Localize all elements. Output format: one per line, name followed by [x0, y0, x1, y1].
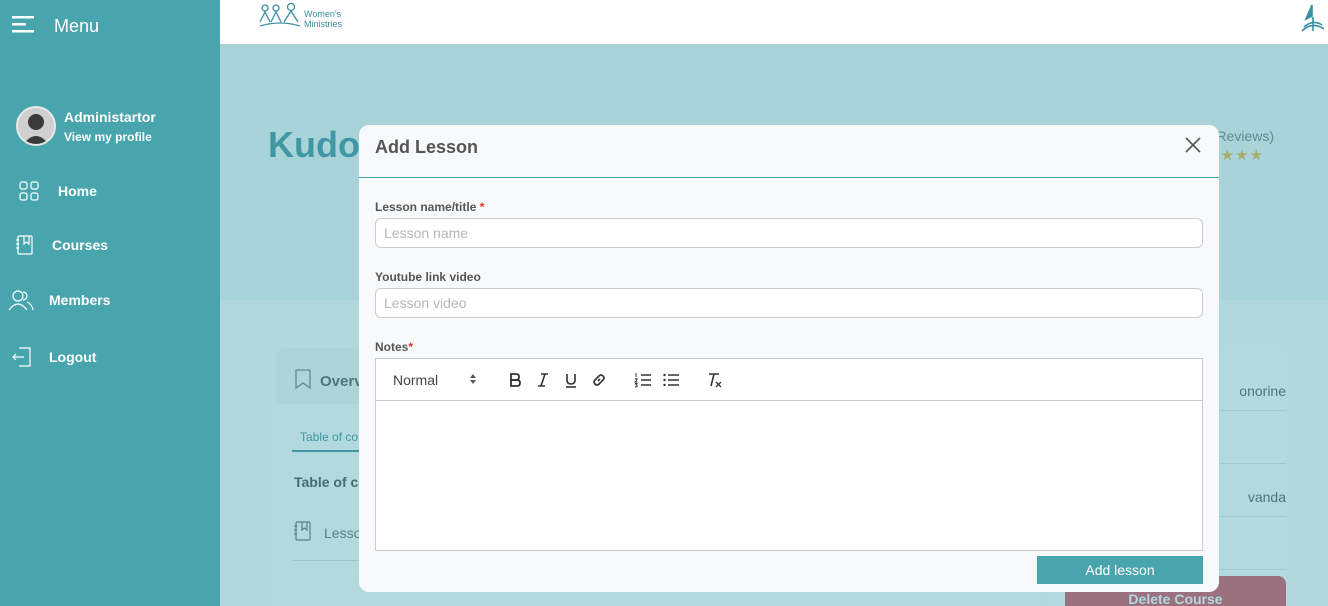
- modal-title: Add Lesson: [375, 137, 479, 157]
- avatar[interactable]: [16, 106, 56, 146]
- womens-ministries-logo[interactable]: Women's Ministries: [258, 2, 342, 35]
- menu-toggle[interactable]: Menu: [12, 14, 99, 38]
- required-marker: *: [408, 340, 414, 354]
- italic-icon: [538, 372, 548, 387]
- users-icon: [8, 287, 34, 313]
- grid-icon: [16, 178, 42, 204]
- notes-label: Notes*: [375, 340, 414, 354]
- editor-toolbar: Normal: [375, 358, 1203, 401]
- sidebar-item-label: Logout: [49, 349, 97, 365]
- link-icon: [593, 373, 605, 386]
- sidebar: Menu Administartor View my profile Home …: [0, 0, 220, 606]
- sidebar-item-logout[interactable]: Logout: [8, 344, 96, 370]
- ordered-list-icon: [634, 372, 651, 387]
- sidebar-item-home[interactable]: Home: [16, 178, 97, 204]
- select-arrows-icon: [469, 373, 477, 385]
- underline-button[interactable]: [557, 368, 585, 392]
- bold-icon: [510, 372, 521, 387]
- text-format-value: Normal: [393, 371, 439, 388]
- youtube-link-label: Youtube link video: [375, 270, 481, 284]
- view-profile-link[interactable]: View my profile: [64, 130, 156, 144]
- clear-format-icon: [709, 372, 722, 387]
- add-lesson-button[interactable]: Add lesson: [1037, 556, 1203, 584]
- menu-label: Menu: [54, 15, 100, 36]
- bullet-list-button[interactable]: [657, 368, 685, 392]
- profile-name: Administartor: [64, 108, 156, 125]
- add-lesson-modal: Add Lesson Lesson name/title * Youtube l…: [359, 125, 1219, 592]
- underline-icon: [566, 373, 576, 388]
- sidebar-item-label: Home: [58, 183, 97, 199]
- logo-line-2: Ministries: [304, 18, 343, 29]
- logout-icon: [8, 344, 34, 370]
- bullet-list-icon: [663, 373, 679, 386]
- book-icon: [12, 232, 38, 258]
- lesson-name-input[interactable]: [375, 218, 1203, 248]
- close-button[interactable]: [1183, 135, 1203, 155]
- sidebar-item-members[interactable]: Members: [8, 287, 110, 313]
- church-logo-icon[interactable]: [1300, 3, 1326, 40]
- link-button[interactable]: [585, 368, 613, 392]
- ordered-list-button[interactable]: [629, 368, 657, 392]
- sidebar-item-label: Courses: [52, 237, 109, 253]
- youtube-link-input[interactable]: [375, 288, 1203, 318]
- logo-line-1: Women's: [304, 8, 342, 19]
- close-icon[interactable]: [1183, 135, 1203, 155]
- logo-mark-icon: [258, 2, 302, 35]
- italic-button[interactable]: [529, 368, 557, 392]
- text-format-select[interactable]: Normal: [393, 372, 477, 388]
- sidebar-item-label: Members: [49, 292, 111, 308]
- hamburger-icon[interactable]: [12, 14, 34, 39]
- notes-editor[interactable]: [375, 400, 1203, 551]
- profile-block: Administartor View my profile: [16, 106, 156, 146]
- required-marker: *: [479, 200, 485, 214]
- top-bar: Women's Ministries: [220, 0, 1328, 44]
- bold-button[interactable]: [501, 368, 529, 392]
- sidebar-item-courses[interactable]: Courses: [12, 232, 108, 258]
- modal-header: Add Lesson: [359, 125, 1219, 178]
- lesson-name-label: Lesson name/title *: [375, 200, 485, 214]
- clear-format-button[interactable]: [701, 368, 729, 392]
